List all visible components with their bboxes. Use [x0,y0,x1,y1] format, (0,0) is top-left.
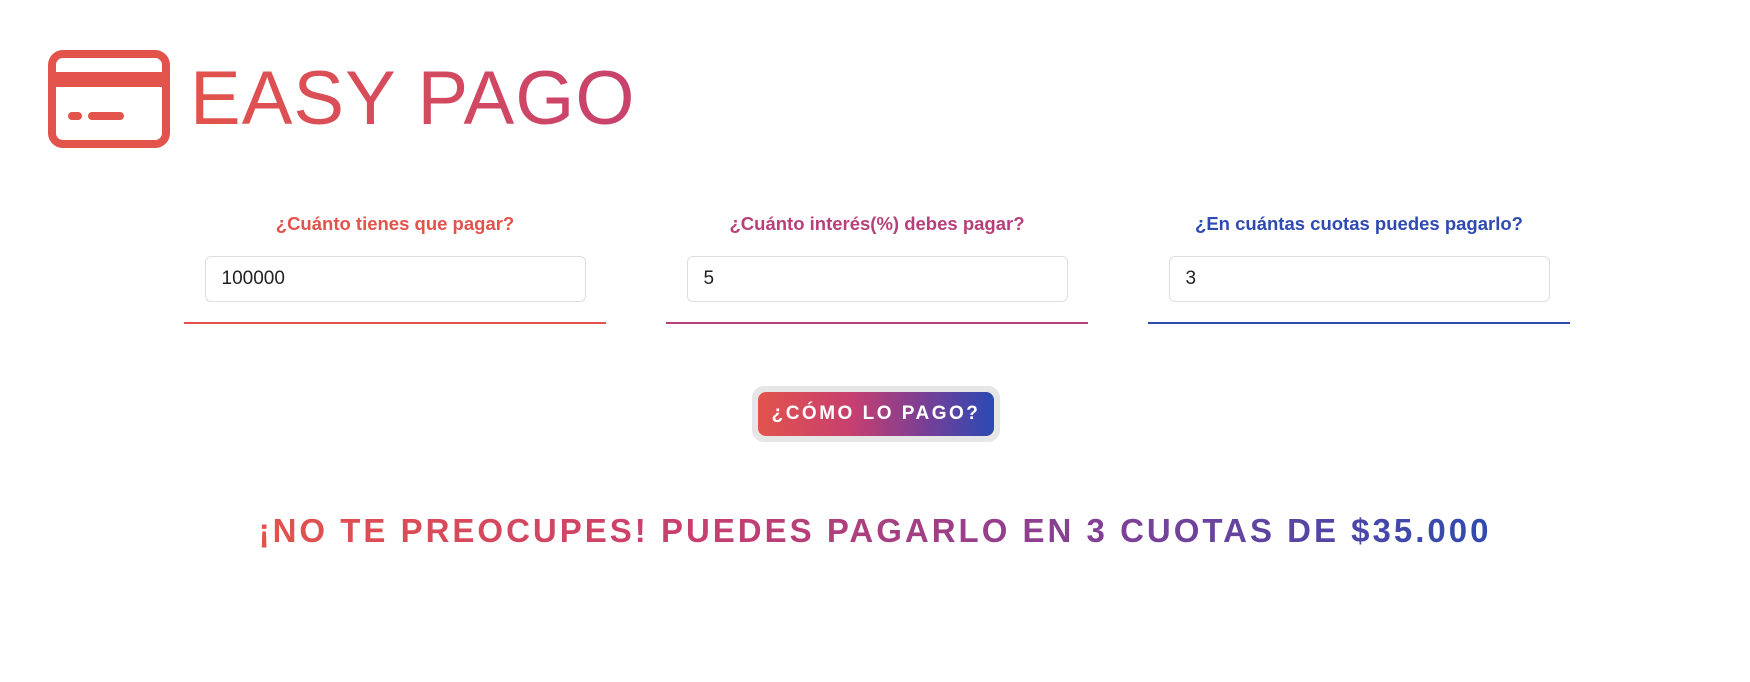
installments-label: ¿En cuántas cuotas puedes pagarlo? [1195,213,1523,234]
payment-form: ¿Cuánto tienes que pagar? ¿Cuánto interé… [184,212,1570,324]
result-area: ¡NO TE PREOCUPES! PUEDES PAGARLO EN 3 CU… [0,512,1750,550]
installments-field-group: ¿En cuántas cuotas puedes pagarlo? [1148,212,1570,324]
interest-field-group: ¿Cuánto interés(%) debes pagar? [666,212,1088,324]
amount-label: ¿Cuánto tienes que pagar? [275,213,515,234]
amount-input[interactable] [204,256,586,302]
amount-underline [184,322,606,324]
app-header: EASY PAGO [48,50,635,148]
calculate-button-ring: ¿CÓMO LO PAGO? [752,386,1000,442]
installments-underline [1148,322,1570,324]
calculate-button[interactable]: ¿CÓMO LO PAGO? [758,392,994,436]
interest-underline [666,322,1088,324]
result-message: ¡NO TE PREOCUPES! PUEDES PAGARLO EN 3 CU… [258,512,1492,549]
credit-card-icon [48,50,170,148]
amount-field-group: ¿Cuánto tienes que pagar? [184,212,606,324]
installments-input[interactable] [1168,256,1550,302]
interest-input[interactable] [686,256,1068,302]
app-title: EASY PAGO [190,56,636,141]
interest-label: ¿Cuánto interés(%) debes pagar? [729,213,1025,234]
